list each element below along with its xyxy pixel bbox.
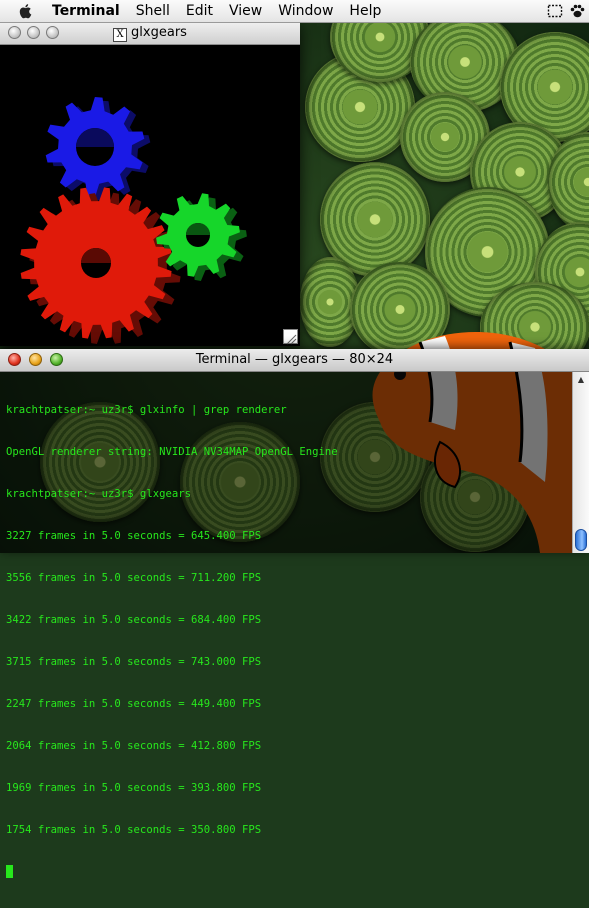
terminal-line: 2247 frames in 5.0 seconds = 449.400 FPS: [6, 698, 262, 710]
text-cursor: [6, 865, 13, 878]
menu-shell[interactable]: Shell: [128, 0, 178, 22]
terminal-line: 3556 frames in 5.0 seconds = 711.200 FPS: [6, 572, 262, 584]
terminal-output[interactable]: kracht­patser:~ uz3r$ glxinfo | grep ren…: [0, 372, 572, 878]
terminal-line: OpenGL renderer string: NVIDIA NV34MAP O…: [6, 446, 338, 458]
menu-app-terminal[interactable]: Terminal: [52, 0, 128, 22]
terminal-line: kracht­patser:~ uz3r$ glxinfo | grep ren…: [6, 404, 287, 416]
blue-gear: [45, 97, 151, 201]
red-gear: [20, 187, 181, 344]
x11-icon: X: [113, 28, 128, 42]
terminal-line: 3715 frames in 5.0 seconds = 743.000 FPS: [6, 656, 262, 668]
scroll-thumb[interactable]: [575, 529, 587, 551]
terminal-line: 1969 frames in 5.0 seconds = 393.800 FPS: [6, 782, 262, 794]
terminal-line: krachtpatser:~ uz3r$ glxgears: [6, 488, 191, 500]
paw-icon[interactable]: [569, 3, 585, 19]
glxgears-title-text: glxgears: [131, 25, 187, 40]
menu-window[interactable]: Window: [270, 0, 341, 22]
terminal-scrollbar[interactable]: ▲: [572, 372, 589, 553]
terminal-line: 1754 frames in 5.0 seconds = 350.800 FPS: [6, 824, 262, 836]
terminal-titlebar[interactable]: Terminal — glxgears — 80×24: [0, 349, 589, 372]
terminal-line: 3227 frames in 5.0 seconds = 645.400 FPS: [6, 530, 262, 542]
terminal-title: Terminal — glxgears — 80×24: [195, 352, 394, 367]
terminal-window: Terminal — glxgears — 80×24 kracht­patse…: [0, 349, 589, 878]
menu-view[interactable]: View: [221, 0, 270, 22]
menu-bar: Terminal Shell Edit View Window Help: [0, 0, 589, 23]
glxgears-window: Xglxgears: [0, 22, 300, 346]
menu-help[interactable]: Help: [341, 0, 389, 22]
apple-icon[interactable]: [18, 3, 34, 19]
resize-grip[interactable]: [283, 329, 298, 345]
glxgears-titlebar[interactable]: Xglxgears: [0, 22, 300, 45]
green-gear: [156, 193, 247, 281]
terminal-line: 3422 frames in 5.0 seconds = 684.400 FPS: [6, 614, 262, 626]
resize-icon: [286, 334, 297, 345]
gears-render: [20, 97, 247, 344]
selection-icon[interactable]: [547, 3, 563, 19]
terminal-line: 2064 frames in 5.0 seconds = 412.800 FPS: [6, 740, 262, 752]
scroll-up-icon[interactable]: ▲: [575, 374, 587, 386]
terminal-cursor-line: [6, 865, 338, 880]
menu-edit[interactable]: Edit: [178, 0, 221, 22]
glxgears-title: Xglxgears: [0, 22, 300, 44]
